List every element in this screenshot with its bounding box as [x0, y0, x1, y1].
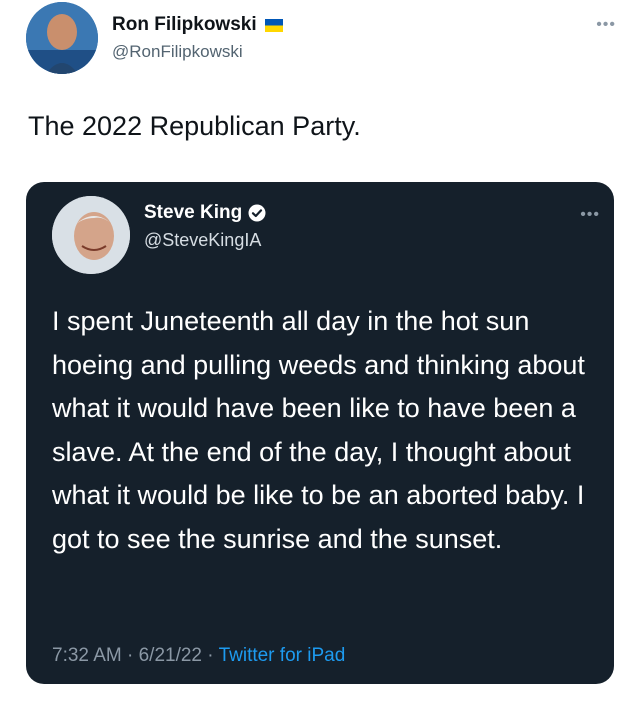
tweet-header: Ron Filipkowski @RonFilipkowski •••: [26, 2, 616, 78]
author-display-name[interactable]: Ron Filipkowski: [112, 14, 257, 36]
tweet-text: The 2022 Republican Party.: [28, 111, 361, 141]
meta-separator: ·: [202, 645, 219, 666]
avatar[interactable]: [26, 2, 98, 74]
quoted-author-handle[interactable]: @SteveKingIA: [144, 230, 261, 251]
quoted-avatar[interactable]: [52, 196, 130, 274]
quoted-avatar-image: [52, 196, 130, 274]
quoted-tweet-source-link[interactable]: Twitter for iPad: [219, 645, 346, 666]
avatar-image: [26, 2, 98, 74]
quoted-author-display-name[interactable]: Steve King: [144, 202, 242, 224]
meta-separator: ·: [121, 645, 139, 666]
author-name-row: Ron Filipkowski: [112, 14, 283, 36]
quoted-tweet-time[interactable]: 7:32 AM: [52, 645, 122, 666]
more-options-button[interactable]: •••: [596, 16, 616, 34]
quoted-tweet-text: I spent Juneteenth all day in the hot su…: [52, 306, 585, 554]
quoted-author-name-row: Steve King: [144, 202, 266, 224]
quoted-tweet-date[interactable]: 6/21/22: [139, 645, 202, 666]
author-handle[interactable]: @RonFilipkowski: [112, 42, 243, 62]
quoted-more-options-button[interactable]: •••: [580, 206, 600, 224]
quoted-tweet-meta: 7:32 AM · 6/21/22 · Twitter for iPad: [52, 645, 345, 667]
verified-badge-icon: [248, 204, 266, 222]
quoted-tweet-card[interactable]: Steve King @SteveKingIA ••• I spent June…: [26, 182, 614, 684]
ukraine-flag-icon: [264, 18, 283, 32]
